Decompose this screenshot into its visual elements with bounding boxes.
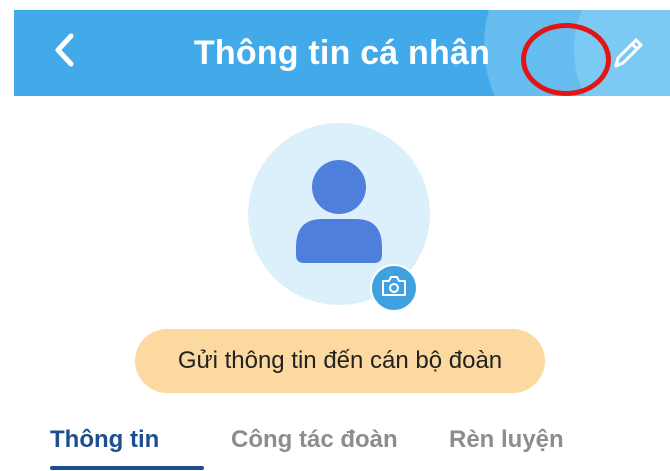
back-button[interactable] — [44, 32, 84, 72]
pencil-icon — [608, 33, 648, 78]
edit-button[interactable] — [606, 33, 650, 77]
app-header: Thông tin cá nhân — [14, 10, 670, 96]
tab-info[interactable]: Thông tin — [50, 426, 159, 454]
page-title: Thông tin cá nhân — [193, 33, 491, 72]
camera-icon — [381, 275, 407, 302]
change-photo-button[interactable] — [370, 264, 418, 312]
tab-training[interactable]: Rèn luyện — [449, 426, 564, 454]
chevron-left-icon — [52, 32, 76, 73]
active-tab-indicator — [50, 466, 204, 470]
tab-union-work[interactable]: Công tác đoàn — [231, 426, 398, 454]
tab-bar: Thông tin Công tác đoàn Rèn luyện — [0, 420, 670, 471]
send-info-button[interactable]: Gửi thông tin đến cán bộ đoàn — [135, 329, 545, 393]
